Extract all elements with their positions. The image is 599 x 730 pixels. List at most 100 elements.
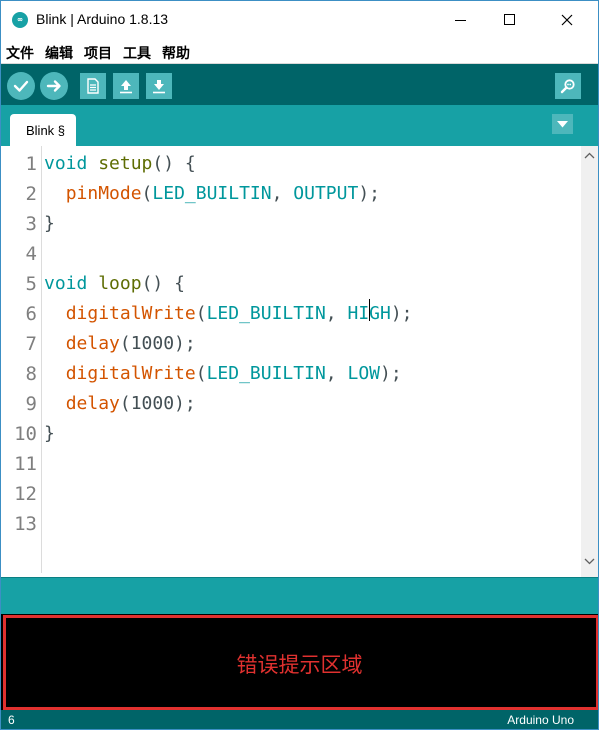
verify-icon [13, 80, 29, 92]
code-token: digitalWrite [65, 303, 196, 324]
code-token: (1000); [119, 393, 196, 414]
arduino-app-icon: ∞ [12, 12, 28, 28]
close-button[interactable] [544, 1, 590, 39]
code-token: LED_BUILTIN [206, 303, 326, 324]
line-number: 9 [25, 393, 37, 415]
code-token: } [44, 423, 55, 444]
line-number: 13 [14, 513, 37, 535]
code-line[interactable]: pinMode(LED_BUILTIN, OUTPUT); [44, 179, 380, 209]
serial-monitor-button[interactable] [555, 73, 581, 99]
code-token: LED_BUILTIN [152, 183, 272, 204]
code-token: LED_BUILTIN [206, 363, 326, 384]
code-line[interactable]: void loop() { [44, 269, 185, 299]
scroll-up-icon[interactable] [584, 152, 595, 159]
code-token: ); [358, 183, 381, 204]
code-token: } [44, 213, 55, 234]
code-line[interactable]: void setup() { [44, 149, 196, 179]
current-line-number: 6 [8, 713, 15, 727]
close-icon [561, 14, 573, 26]
code-token: LOW [347, 363, 380, 384]
menu-help[interactable]: 帮助 [162, 43, 190, 63]
code-token: OUTPUT [293, 183, 359, 204]
code-editor[interactable]: 1 2 3 4 5 6 7 8 9 10 11 12 13 void setup() { pinMode… [1, 146, 598, 577]
line-number: 6 [25, 303, 37, 325]
line-number: 2 [25, 183, 37, 205]
menu-file[interactable]: 文件 [6, 43, 34, 63]
code-token: ); [390, 303, 413, 324]
minimize-button[interactable] [437, 1, 483, 39]
code-token: ( [141, 183, 153, 204]
code-token: , [271, 183, 294, 204]
line-number: 4 [25, 243, 37, 265]
board-name: Arduino Uno [507, 713, 574, 727]
serial-monitor-icon [560, 79, 575, 94]
code-line[interactable]: digitalWrite(LED_BUILTIN, HIGH); [44, 299, 413, 329]
open-button[interactable] [113, 73, 139, 99]
chevron-down-icon [557, 121, 568, 128]
code-token: ( [195, 303, 207, 324]
code-token: ); [380, 363, 402, 384]
code-token: , [325, 303, 348, 324]
arduino-ide-window: ∞ Blink | Arduino 1.8.13 文件 编辑 项目 工具 帮助 [0, 0, 599, 730]
code-line[interactable]: } [44, 419, 55, 449]
scroll-down-icon[interactable] [584, 558, 595, 565]
status-bar: 6 Arduino Uno [1, 710, 598, 729]
window-title: Blink | Arduino 1.8.13 [36, 11, 169, 27]
menu-edit[interactable]: 编辑 [45, 43, 73, 63]
verify-button[interactable] [7, 72, 35, 100]
code-token: pinMode [65, 183, 142, 204]
code-token: void [44, 273, 88, 294]
maximize-button[interactable] [485, 1, 531, 39]
text-caret [369, 299, 370, 321]
code-token: ( [195, 363, 207, 384]
menu-sketch[interactable]: 项目 [84, 43, 112, 63]
message-bar [1, 577, 598, 615]
upload-icon [46, 80, 61, 92]
code-token: loop [98, 273, 142, 294]
code-token: digitalWrite [65, 363, 196, 384]
open-icon [120, 80, 132, 94]
save-button[interactable] [146, 73, 172, 99]
tab-blink[interactable]: Blink § [10, 114, 76, 146]
code-token: () { [141, 273, 185, 294]
line-number: 11 [14, 453, 37, 475]
console-output[interactable]: 错误提示区域 [1, 614, 598, 710]
error-area-annotation: 错误提示区域 [236, 653, 363, 677]
new-sketch-button[interactable] [80, 73, 106, 99]
line-number: 12 [14, 483, 37, 505]
upload-button[interactable] [40, 72, 68, 100]
code-token: () { [152, 153, 196, 174]
code-token: delay [65, 393, 120, 414]
code-line[interactable]: delay(1000); [44, 329, 196, 359]
line-number: 3 [25, 213, 37, 235]
line-number: 8 [25, 363, 37, 385]
code-line[interactable]: delay(1000); [44, 389, 196, 419]
line-number: 10 [14, 423, 37, 445]
line-number: 1 [25, 153, 37, 175]
code-token: , [325, 363, 348, 384]
code-line[interactable]: } [44, 209, 55, 239]
tab-menu-button[interactable] [552, 114, 573, 134]
line-number-gutter: 1 2 3 4 5 6 7 8 9 10 11 12 13 [1, 146, 42, 573]
tab-bar: Blink § [1, 105, 598, 146]
tab-label: Blink § [26, 123, 66, 138]
code-token: void [44, 153, 88, 174]
vertical-scrollbar[interactable] [581, 146, 598, 577]
new-icon [87, 78, 99, 94]
line-number: 7 [25, 333, 37, 355]
title-bar: ∞ Blink | Arduino 1.8.13 [1, 1, 598, 39]
menu-tools[interactable]: 工具 [123, 43, 151, 63]
line-number: 5 [25, 273, 37, 295]
code-line[interactable]: digitalWrite(LED_BUILTIN, LOW); [44, 359, 402, 389]
code-token: delay [65, 333, 120, 354]
code-token: (1000); [119, 333, 196, 354]
menu-bar: 文件 编辑 项目 工具 帮助 [1, 39, 598, 64]
toolbar [1, 64, 598, 105]
